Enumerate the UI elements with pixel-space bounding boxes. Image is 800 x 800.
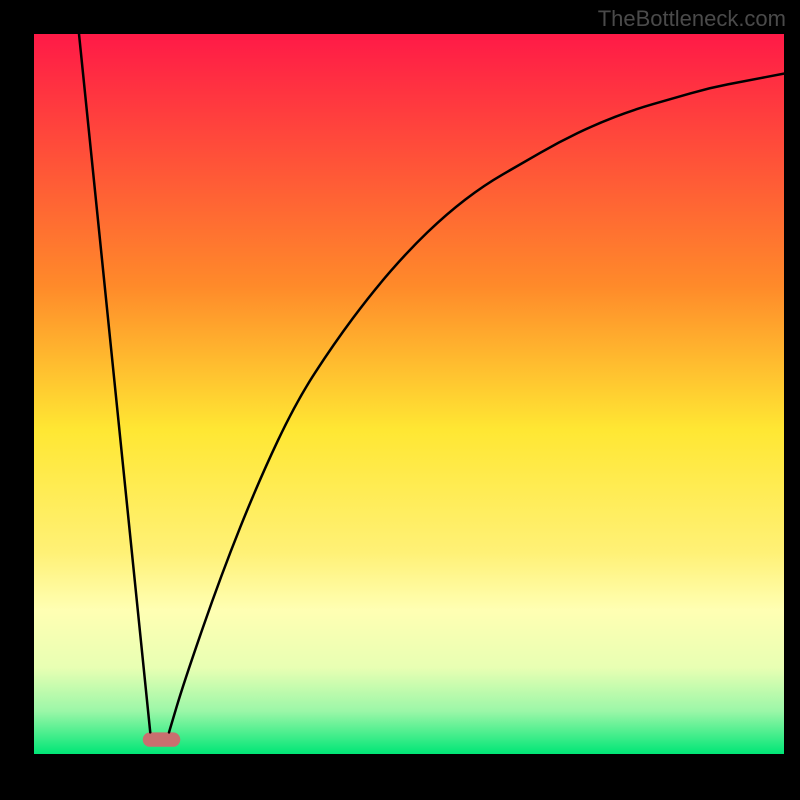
valley-marker (143, 732, 181, 746)
chart-container: TheBottleneck.com (0, 0, 800, 800)
plot-area (34, 34, 784, 754)
chart-svg (34, 34, 784, 754)
gradient-background (34, 34, 784, 754)
watermark: TheBottleneck.com (598, 6, 786, 32)
